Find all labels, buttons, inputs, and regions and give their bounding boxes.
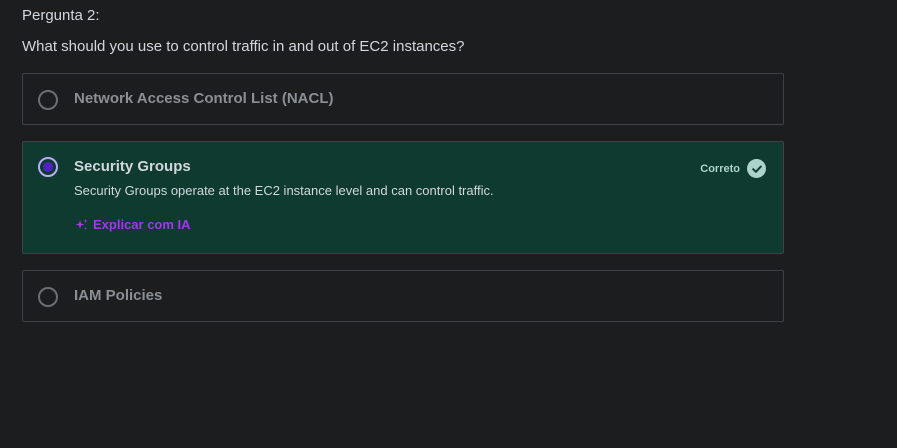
answer-option-iam-policies[interactable]: IAM Policies: [22, 270, 784, 322]
explain-with-ai-link[interactable]: Explicar com IA: [75, 216, 191, 234]
sparkle-icon: [75, 218, 89, 232]
check-circle-icon: [747, 159, 766, 178]
answer-label: IAM Policies: [74, 287, 163, 304]
radio-button[interactable]: [38, 90, 58, 110]
answer-option-security-groups[interactable]: Security Groups Correto Security Groups …: [22, 141, 784, 254]
answer-explanation: Security Groups operate at the EC2 insta…: [74, 183, 494, 198]
radio-button-selected[interactable]: [38, 157, 58, 177]
correct-status-label: Correto: [700, 162, 740, 175]
answer-label: Network Access Control List (NACL): [74, 90, 334, 107]
radio-button[interactable]: [38, 287, 58, 307]
answer-option-nacl[interactable]: Network Access Control List (NACL): [22, 73, 784, 125]
question-text: What should you use to control traffic i…: [22, 38, 465, 55]
question-number: Pergunta 2:: [22, 7, 100, 24]
correct-badge: Correto: [700, 159, 766, 178]
explain-with-ai-label: Explicar com IA: [93, 217, 191, 232]
answer-label: Security Groups: [74, 158, 191, 175]
